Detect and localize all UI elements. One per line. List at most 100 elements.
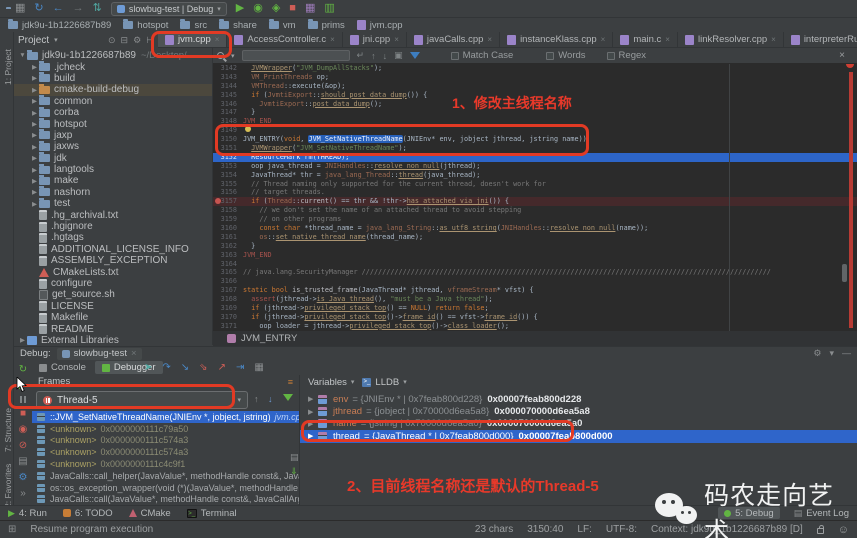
next-frame-icon[interactable]: ↓	[268, 394, 273, 404]
diff-icon[interactable]: ⇅	[93, 3, 102, 14]
profile-icon[interactable]: ◈	[272, 3, 280, 14]
debug-session-tab[interactable]: slowbug-test ×	[56, 347, 142, 360]
expand-arrow-icon[interactable]: ▶	[308, 432, 318, 440]
step-into-icon[interactable]: ↘	[181, 362, 189, 373]
code-line-3144[interactable]: 3144 VMThread::execute(&op);	[213, 82, 857, 91]
error-stripe[interactable]	[849, 72, 853, 328]
close-icon[interactable]: ×	[601, 35, 606, 44]
hide-icon[interactable]: —	[842, 348, 851, 359]
close-icon[interactable]: ×	[131, 348, 137, 359]
code-line-3155[interactable]: 3155 // Thread naming only supported for…	[213, 180, 857, 189]
line-number[interactable]: 3167	[213, 286, 243, 295]
thread-dropdown[interactable]: Thread-5 ▾	[36, 391, 248, 409]
frame-row[interactable]: <unknown> 0x0000000111c574a3	[32, 435, 299, 447]
expand-arrow-icon[interactable]: ▶	[30, 131, 39, 139]
match-case-checkbox[interactable]: Match Case	[450, 50, 513, 61]
frames-menu-icon[interactable]: ≡	[288, 377, 293, 387]
line-number[interactable]: 3155	[213, 180, 243, 189]
code-line-3152[interactable]: 3152 ResourceMark rm(THREAD);	[213, 152, 857, 162]
forward-icon[interactable]: →	[73, 3, 84, 14]
words-checkbox[interactable]: Words	[546, 50, 586, 61]
expand-arrow-icon[interactable]: ▶	[30, 200, 39, 208]
tree-item-cmake-build-debug[interactable]: ▶ cmake-build-debug	[14, 83, 212, 96]
frame-row[interactable]: <unknown> 0x0000000111c574a3	[32, 446, 299, 458]
sidebar-item-structure[interactable]: 7: Structure	[3, 408, 13, 452]
mute-breakpoints-icon[interactable]: ⊘	[19, 440, 27, 451]
line-number[interactable]: 3143	[213, 73, 243, 82]
show-execution-point-icon[interactable]: ➤	[144, 362, 152, 373]
expand-arrow-icon[interactable]: ▶	[30, 97, 39, 105]
tab-jvm.cpp[interactable]: jvm.cpp ×	[158, 32, 228, 47]
tree-item-nashorn[interactable]: ▶ nashorn	[14, 186, 212, 198]
breadcrumb-item[interactable]: src	[180, 19, 207, 31]
code-line-3169[interactable]: 3169 if (jthread->privileged_stack_top()…	[213, 304, 857, 313]
back-icon[interactable]: ←	[53, 3, 64, 14]
memory-icon[interactable]: ▥	[324, 3, 334, 14]
gear-icon[interactable]: ⚙	[133, 35, 141, 46]
expand-arrow-icon[interactable]: ▶	[308, 395, 318, 403]
tree-item-jdk9u-1b1226687b89[interactable]: ▼ jdk9u-1b1226687b89 ~/Desktop/	[14, 49, 212, 61]
toolbar-cmake[interactable]: CMake	[128, 508, 171, 519]
project-panel-header[interactable]: Project ▾ ⊙ ⊟ ⚙ ⊢	[14, 32, 158, 48]
settings-grid-icon[interactable]: ▦	[15, 3, 25, 14]
restore-layout-icon[interactable]: ▤	[18, 456, 27, 467]
editor-scrollbar[interactable]	[842, 264, 847, 282]
evaluate-expression-icon[interactable]: ▦	[254, 362, 263, 373]
stop-button[interactable]: ■	[289, 3, 296, 14]
patch-icon[interactable]: ▦	[305, 3, 315, 14]
debug-settings-icon[interactable]: ⚙	[19, 472, 28, 483]
close-icon[interactable]: ×	[665, 35, 670, 44]
tab-javaCalls.cpp[interactable]: javaCalls.cpp ×	[407, 32, 501, 47]
hide-frames-filter-icon[interactable]	[283, 394, 293, 401]
breakpoint-icon[interactable]	[215, 198, 221, 205]
expand-arrow-icon[interactable]: ▶	[30, 177, 39, 185]
toolbar-terminal[interactable]: >_ Terminal	[186, 508, 237, 519]
code-line-3143[interactable]: 3143 VM_PrintThreads op;	[213, 73, 857, 82]
line-number[interactable]: 3157	[213, 197, 243, 206]
close-icon[interactable]: ×	[487, 35, 492, 44]
line-number[interactable]: 3158	[213, 206, 243, 215]
expand-arrow-icon[interactable]: ▶	[30, 188, 39, 196]
breadcrumb-item[interactable]: prims	[307, 19, 345, 31]
editor-breadcrumb[interactable]: JVM_ENTRY	[241, 333, 297, 344]
collapse-all-icon[interactable]: ⊟	[121, 35, 129, 46]
more-icon[interactable]: »	[20, 488, 26, 499]
line-number[interactable]: 3166	[213, 277, 243, 286]
line-number[interactable]: 3151	[213, 144, 243, 153]
code-line-3162[interactable]: 3162 }	[213, 242, 857, 251]
tree-item-get_source.sh[interactable]: get_source.sh	[14, 289, 212, 300]
code-line-3142[interactable]: 3142 JVMWrapper("JVM_DumpAllStacks");	[213, 64, 857, 73]
code-line-3150[interactable]: 3150 JVM_ENTRY(void, JVM_SetNativeThreadN…	[213, 135, 857, 144]
line-number[interactable]: 3145	[213, 91, 243, 100]
code-line-3159[interactable]: 3159 // on other programs	[213, 215, 857, 224]
code-line-3158[interactable]: 3158 // we don't set the name of an atta…	[213, 206, 857, 215]
tree-item-ADDITIONAL_LICENSE_INFO[interactable]: ADDITIONAL_LICENSE_INFO	[14, 244, 212, 255]
force-step-into-icon[interactable]: ⇘	[199, 362, 207, 373]
copy-stack-icon[interactable]: ▤	[290, 452, 299, 463]
code-line-3156[interactable]: 3156 // target threads.	[213, 188, 857, 197]
pause-icon[interactable]	[20, 396, 26, 403]
tree-item-.hgtags[interactable]: .hgtags	[14, 232, 212, 243]
select-all-matches-icon[interactable]: ▣	[394, 50, 403, 61]
tree-item-ASSEMBLY_EXCEPTION[interactable]: ASSEMBLY_EXCEPTION	[14, 255, 212, 266]
tab-variables[interactable]: Variables ▾	[308, 377, 354, 388]
tab-AccessController.c[interactable]: AccessController.c ×	[227, 32, 343, 47]
line-number[interactable]: 3162	[213, 242, 243, 251]
status-encoding[interactable]: UTF-8:	[606, 524, 637, 535]
line-number[interactable]: 3169	[213, 304, 243, 313]
status-line-separator[interactable]: LF:	[577, 524, 591, 535]
tab-lldb[interactable]: >_ LLDB ▾	[362, 377, 407, 388]
toolbar-run[interactable]: ▶ 4: Run	[8, 508, 47, 519]
line-number[interactable]: 3148	[213, 117, 243, 126]
expand-arrow-icon[interactable]: ▶	[30, 109, 39, 117]
line-number[interactable]: 3170	[213, 313, 243, 322]
tree-item-common[interactable]: ▶ common	[14, 95, 212, 107]
code-line-3153[interactable]: 3153 oop java_thread = JNIHandles::resol…	[213, 162, 857, 171]
code-line-3154[interactable]: 3154 JavaThread* thr = java_lang_Thread:…	[213, 171, 857, 180]
line-number[interactable]: 3147	[213, 108, 243, 117]
status-position[interactable]: 3150:40	[527, 524, 563, 535]
code-line-3151[interactable]: 3151 JVMWrapper("JVM_SetNativeThreadName…	[213, 144, 857, 153]
line-number[interactable]: 3160	[213, 224, 243, 233]
tree-item-jdk[interactable]: ▶ jdk	[14, 152, 212, 164]
expand-arrow-icon[interactable]: ▶	[30, 86, 39, 94]
